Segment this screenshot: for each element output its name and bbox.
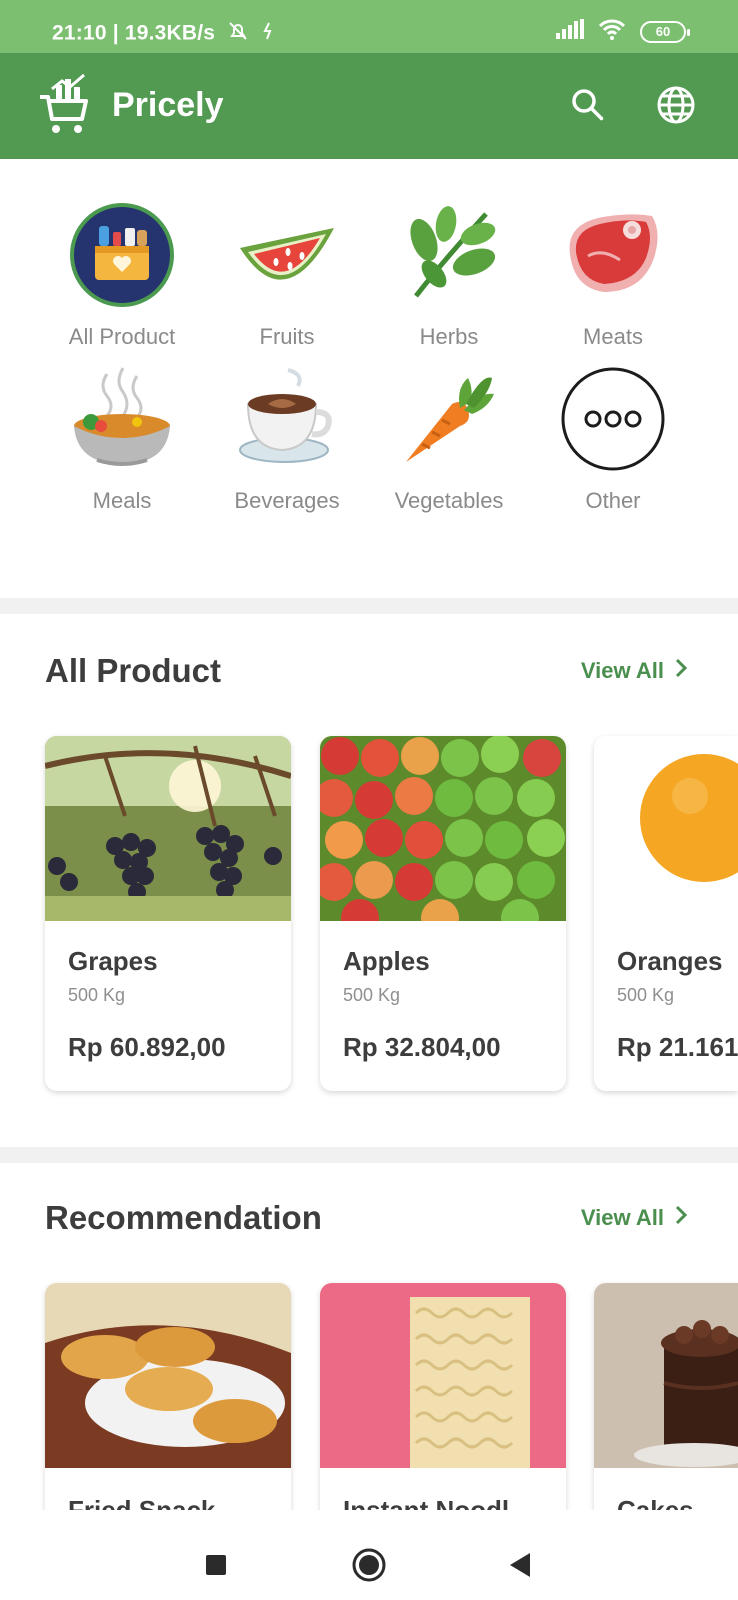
cart-logo-icon bbox=[36, 71, 92, 137]
section-divider bbox=[0, 1147, 738, 1163]
category-label: Meals bbox=[92, 488, 152, 513]
category-label: Herbs bbox=[419, 324, 479, 349]
herb-icon bbox=[394, 200, 504, 310]
category-label: Other bbox=[585, 488, 641, 513]
category-vegetables[interactable]: Vegetables bbox=[369, 364, 529, 514]
category-herbs[interactable]: Herbs bbox=[369, 200, 529, 350]
product-card-oranges[interactable]: Oranges 500 Kg Rp 21.161, bbox=[594, 736, 738, 1091]
view-all-label: View All bbox=[580, 1205, 664, 1230]
category-grid: All Product Fruits Herbs Meats Meals Bev… bbox=[0, 159, 738, 598]
product-card-grapes[interactable]: Grapes 500 Kg Rp 60.892,00 bbox=[45, 736, 291, 1091]
meat-icon bbox=[558, 200, 668, 310]
sync-icon bbox=[261, 21, 275, 47]
product-card-apples[interactable]: Apples 500 Kg Rp 32.804,00 bbox=[320, 736, 566, 1091]
section-divider bbox=[0, 598, 738, 614]
all-product-view-all-link[interactable]: View All bbox=[581, 657, 688, 685]
watermelon-icon bbox=[232, 200, 342, 310]
category-label: Beverages bbox=[234, 488, 340, 513]
category-all-product[interactable]: All Product bbox=[42, 200, 202, 350]
cakes-image bbox=[594, 1283, 738, 1468]
recommendation-card-fried-snack[interactable]: Fried Snack bbox=[45, 1283, 291, 1523]
globe-icon[interactable] bbox=[654, 83, 698, 127]
recommendation-view-all-link[interactable]: View All bbox=[581, 1204, 688, 1232]
signal-icon bbox=[556, 19, 584, 44]
back-button[interactable] bbox=[508, 1552, 532, 1583]
oranges-image bbox=[594, 736, 738, 921]
wifi-icon bbox=[598, 18, 626, 45]
fried-snack-image bbox=[45, 1283, 291, 1468]
status-bar: 21:10 | 19.3KB/s 60 bbox=[0, 0, 738, 53]
product-name: Apples bbox=[343, 946, 430, 976]
basket-icon bbox=[67, 200, 177, 310]
battery-icon: 60 bbox=[640, 20, 690, 43]
instant-noodle-image bbox=[320, 1283, 566, 1468]
system-nav-bar bbox=[0, 1510, 738, 1600]
home-button[interactable] bbox=[352, 1548, 386, 1587]
product-qty: 500 Kg bbox=[343, 985, 401, 1005]
grapes-image bbox=[45, 736, 291, 921]
more-icon bbox=[558, 364, 668, 474]
status-left: 21:10 | 19.3KB/s bbox=[52, 20, 275, 48]
apples-image bbox=[320, 736, 566, 921]
app-title: Pricely bbox=[112, 86, 224, 124]
product-qty: 500 Kg bbox=[617, 985, 675, 1005]
coffee-icon bbox=[232, 364, 342, 474]
status-right: 60 bbox=[556, 18, 690, 45]
product-price: Rp 60.892,00 bbox=[68, 1032, 226, 1062]
category-label: All Product bbox=[68, 324, 176, 349]
category-other[interactable]: Other bbox=[533, 364, 693, 514]
app-bar: Pricely bbox=[0, 53, 738, 159]
category-label: Meats bbox=[583, 324, 643, 349]
recommendation-card-cakes[interactable]: Cakes bbox=[594, 1283, 738, 1523]
category-meals[interactable]: Meals bbox=[42, 364, 202, 514]
chevron-right-icon bbox=[674, 657, 688, 685]
stew-icon bbox=[67, 364, 177, 474]
chevron-right-icon bbox=[674, 1204, 688, 1232]
recommendation-card-instant-noodle[interactable]: Instant Noodl bbox=[320, 1283, 566, 1523]
category-meats[interactable]: Meats bbox=[533, 200, 693, 350]
category-label: Vegetables bbox=[394, 488, 504, 513]
product-name: Grapes bbox=[68, 946, 158, 976]
product-price: Rp 32.804,00 bbox=[343, 1032, 501, 1062]
carrot-icon bbox=[394, 364, 504, 474]
recents-button[interactable] bbox=[205, 1554, 227, 1581]
category-beverages[interactable]: Beverages bbox=[207, 364, 367, 514]
product-name: Oranges bbox=[617, 946, 723, 976]
product-qty: 500 Kg bbox=[68, 985, 126, 1005]
bell-off-icon bbox=[227, 20, 249, 48]
category-label: Fruits bbox=[259, 324, 315, 349]
category-fruits[interactable]: Fruits bbox=[207, 200, 367, 350]
search-icon[interactable] bbox=[566, 83, 610, 127]
view-all-label: View All bbox=[580, 658, 664, 683]
recommendation-title: Recommendation bbox=[45, 1199, 322, 1236]
product-price: Rp 21.161, bbox=[617, 1032, 738, 1062]
status-time-speed: 21:10 | 19.3KB/s bbox=[52, 21, 216, 45]
all-product-title: All Product bbox=[45, 652, 222, 689]
